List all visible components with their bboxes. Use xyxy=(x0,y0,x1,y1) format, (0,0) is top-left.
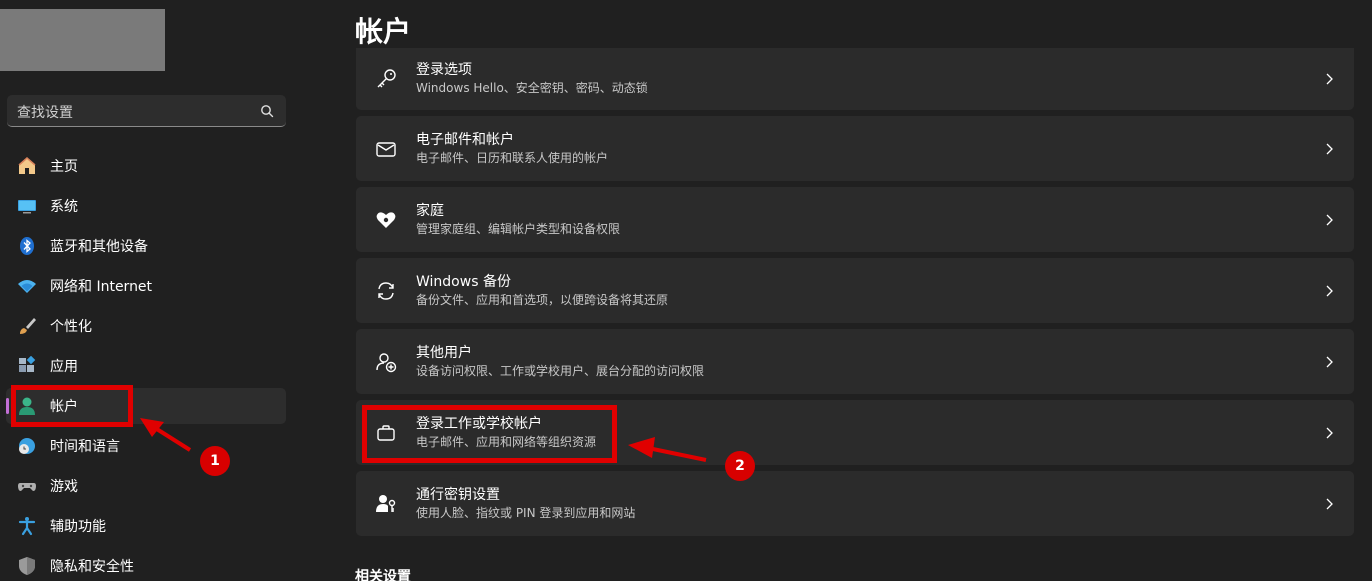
mail-icon xyxy=(374,137,398,161)
card-family[interactable]: 家庭 管理家庭组、编辑帐户类型和设备权限 xyxy=(356,187,1354,252)
key-icon xyxy=(374,67,398,91)
sidebar-item-apps[interactable]: 应用 xyxy=(6,348,286,384)
selection-indicator xyxy=(6,398,9,414)
sidebar-item-privacy[interactable]: 隐私和安全性 xyxy=(6,548,286,581)
card-subtitle: 设备访问权限、工作或学校用户、展台分配的访问权限 xyxy=(416,363,705,378)
card-subtitle: 使用人脸、指纹或 PIN 登录到应用和网站 xyxy=(416,505,636,520)
sidebar-item-label: 辅助功能 xyxy=(50,519,106,535)
chevron-right-icon xyxy=(1326,73,1333,85)
card-sign-in-options[interactable]: 登录选项 Windows Hello、安全密钥、密码、动态锁 xyxy=(356,48,1354,110)
card-other-users[interactable]: 其他用户 设备访问权限、工作或学校用户、展台分配的访问权限 xyxy=(356,329,1354,394)
gamepad-icon xyxy=(16,475,38,497)
chevron-right-icon xyxy=(1326,214,1333,225)
sidebar-item-label: 系统 xyxy=(50,199,78,215)
chevron-right-icon xyxy=(1326,427,1333,438)
card-title: 通行密钥设置 xyxy=(416,486,500,503)
sidebar-nav: 主页 系统 蓝牙和其他设备 网络和 Internet 个性化 应用 帐户 时间和… xyxy=(0,148,290,581)
highlight-box-accounts xyxy=(11,385,133,427)
sidebar-item-label: 应用 xyxy=(50,359,78,375)
home-icon xyxy=(16,155,38,177)
card-title: 电子邮件和帐户 xyxy=(416,131,514,148)
passkey-icon xyxy=(374,492,398,516)
search-input[interactable]: 查找设置 xyxy=(7,95,286,127)
monitor-icon xyxy=(16,195,38,217)
step-badge-1: 1 xyxy=(200,446,230,476)
card-title: 登录选项 xyxy=(416,62,472,78)
sidebar-item-accessibility[interactable]: 辅助功能 xyxy=(6,508,286,544)
card-title: 其他用户 xyxy=(416,344,472,361)
sidebar-item-bluetooth[interactable]: 蓝牙和其他设备 xyxy=(6,228,286,264)
chevron-right-icon xyxy=(1326,498,1333,509)
card-subtitle: 备份文件、应用和首选项，以便跨设备将其还原 xyxy=(416,292,669,307)
sidebar-item-personalization[interactable]: 个性化 xyxy=(6,308,286,344)
search-placeholder: 查找设置 xyxy=(17,105,73,121)
sidebar-item-label: 游戏 xyxy=(50,479,78,495)
bluetooth-icon xyxy=(16,235,38,257)
sidebar-item-home[interactable]: 主页 xyxy=(6,148,286,184)
sidebar-item-label: 时间和语言 xyxy=(50,439,120,455)
step-badge-2: 2 xyxy=(725,451,755,481)
card-title: Windows 备份 xyxy=(416,273,511,290)
sidebar-item-system[interactable]: 系统 xyxy=(6,188,286,224)
card-subtitle: 管理家庭组、编辑帐户类型和设备权限 xyxy=(416,221,621,236)
card-email-accounts[interactable]: 电子邮件和帐户 电子邮件、日历和联系人使用的帐户 xyxy=(356,116,1354,181)
sidebar-item-network[interactable]: 网络和 Internet xyxy=(6,268,286,304)
paintbrush-icon xyxy=(16,315,38,337)
chevron-right-icon xyxy=(1326,356,1333,367)
card-title: 家庭 xyxy=(416,202,444,219)
card-subtitle: 电子邮件、日历和联系人使用的帐户 xyxy=(416,150,609,165)
apps-icon xyxy=(16,355,38,377)
sidebar-item-label: 个性化 xyxy=(50,319,92,335)
wifi-icon xyxy=(16,275,38,297)
highlight-box-work-school xyxy=(362,405,617,463)
backup-sync-icon xyxy=(374,279,398,303)
chevron-right-icon xyxy=(1326,285,1333,296)
page-title: 帐户 xyxy=(355,15,412,48)
chevron-right-icon xyxy=(1326,143,1333,154)
card-windows-backup[interactable]: Windows 备份 备份文件、应用和首选项，以便跨设备将其还原 xyxy=(356,258,1354,323)
search-icon[interactable] xyxy=(260,104,274,118)
related-settings-heading: 相关设置 xyxy=(355,569,411,581)
accessibility-icon xyxy=(16,515,38,537)
sidebar-item-gaming[interactable]: 游戏 xyxy=(6,468,286,504)
sidebar-item-label: 网络和 Internet xyxy=(50,279,153,295)
sidebar-item-time-language[interactable]: 时间和语言 xyxy=(6,428,286,464)
sidebar-item-label: 主页 xyxy=(50,159,78,175)
card-passkey-settings[interactable]: 通行密钥设置 使用人脸、指纹或 PIN 登录到应用和网站 xyxy=(356,471,1354,536)
shield-icon xyxy=(16,555,38,577)
globe-clock-icon xyxy=(16,435,38,457)
family-heart-icon xyxy=(374,208,398,232)
add-user-icon xyxy=(374,350,398,374)
card-subtitle: Windows Hello、安全密钥、密码、动态锁 xyxy=(416,81,648,95)
sidebar-item-label: 隐私和安全性 xyxy=(50,559,134,575)
sidebar-item-label: 蓝牙和其他设备 xyxy=(50,239,148,255)
user-avatar-redacted xyxy=(0,9,165,71)
settings-card-list: 登录选项 Windows Hello、安全密钥、密码、动态锁 电子邮件和帐户 电… xyxy=(356,48,1354,542)
